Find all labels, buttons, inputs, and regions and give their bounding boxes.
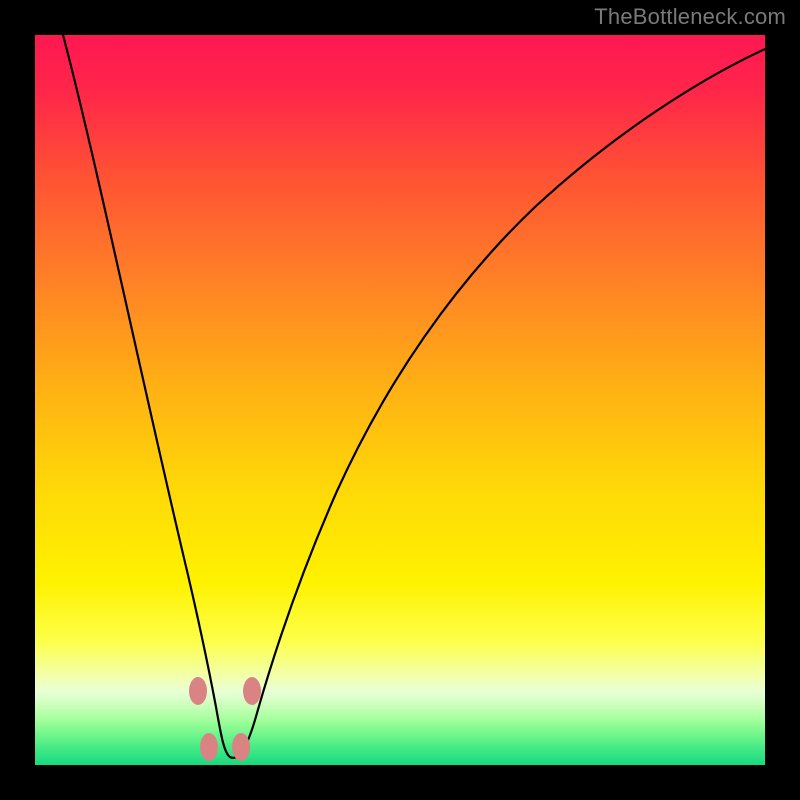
curve-marker (232, 733, 250, 761)
chart-frame: TheBottleneck.com (0, 0, 800, 800)
bottleneck-curve (35, 35, 765, 765)
gradient-background (35, 35, 765, 765)
curve-marker (200, 733, 218, 761)
curve-marker (243, 677, 261, 705)
plot-area (35, 35, 765, 765)
curve-marker (189, 677, 207, 705)
watermark-text: TheBottleneck.com (594, 4, 786, 30)
